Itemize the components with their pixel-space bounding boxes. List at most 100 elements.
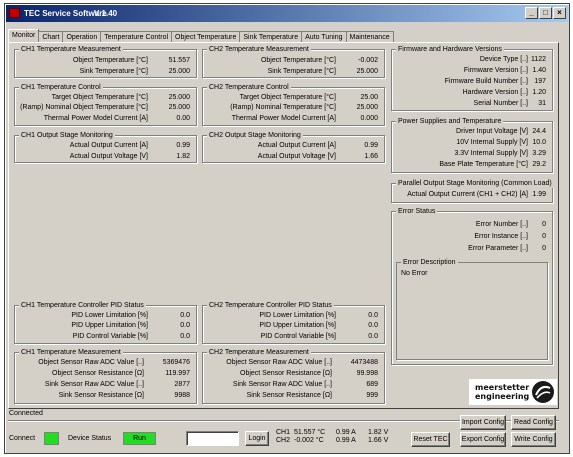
connect-label: Connect	[9, 435, 36, 442]
ch1-temp-measurement-group: CH1 Temperature Measurement Object Tempe…	[14, 45, 197, 78]
ch2-pid-status-group: CH2 Temperature Controller PID Status PI…	[202, 301, 385, 344]
title-bar[interactable]: TEC Service Software V 1.40 _ □ ×	[6, 5, 568, 22]
row-label: Object Sensor Resistance [Ω]	[240, 370, 332, 377]
row-label: Sink Sensor Raw ADC Value [..]	[232, 381, 332, 388]
group-title: CH2 Output Stage Monitoring	[207, 131, 303, 140]
tab-bar: Monitor Chart Operation Temperature Control…	[8, 29, 394, 43]
ch2-label: CH2	[276, 437, 291, 444]
company-logo: meerstetter engineering	[469, 379, 557, 405]
row-value: 1.20	[532, 89, 546, 96]
row-label: Actual Output Voltage [V]	[257, 153, 336, 160]
data-row: PID Control Variable [%] 0.0	[203, 332, 384, 342]
group-title: CH2 Temperature Measurement	[207, 348, 311, 357]
row-value: 25.000	[168, 104, 190, 111]
data-row: Object Temperature [°C] -0.002	[203, 56, 384, 66]
row-value: 3.29	[532, 150, 546, 157]
error-status-group: Error Status Error Number [..] 0 Error In…	[391, 207, 553, 365]
row-value: 119.997	[165, 370, 190, 377]
minimize-button[interactable]: _	[525, 7, 538, 19]
data-row: Device Type [..] 1122	[392, 55, 552, 65]
data-row: Object Sensor Raw ADC Value [..] 5369476	[15, 358, 196, 368]
data-row: Actual Output Current (CH1 + CH2) [A] 1.9…	[392, 190, 552, 200]
data-row: Serial Number [..] 31	[392, 99, 552, 109]
firmware-hardware-group: Firmware and Hardware Versions Device Ty…	[391, 45, 553, 111]
row-value: 0.0	[368, 322, 378, 329]
row-label: Sink Temperature [°C]	[267, 68, 336, 75]
row-value: 25.000	[356, 104, 378, 111]
row-label: PID Control Variable [%]	[260, 333, 336, 340]
row-label: 10V Internal Supply [V]	[456, 139, 528, 146]
row-label: Thermal Power Model Current [A]	[43, 115, 148, 122]
group-title: CH2 Temperature Control	[207, 83, 291, 92]
row-label: PID Upper Limitation [%]	[71, 322, 148, 329]
row-value: 1.40	[532, 67, 546, 74]
read-config-button[interactable]: Read Config	[511, 415, 556, 430]
ch2-sensor-raw-group: CH2 Temperature Measurement Object Senso…	[202, 348, 385, 404]
row-value: 29.2	[532, 161, 546, 168]
connection-status-text: Connected	[9, 410, 43, 417]
row-value: 0.99	[176, 142, 190, 149]
login-password-input[interactable]	[186, 431, 239, 446]
logo-swirl-icon	[532, 381, 554, 403]
row-label: PID Control Variable [%]	[72, 333, 148, 340]
ch1-output-stage-group: CH1 Output Stage Monitoring Actual Outpu…	[14, 131, 197, 163]
row-value: 9988	[174, 392, 190, 399]
row-value: 0	[542, 233, 546, 240]
row-label: Error Instance [..]	[474, 233, 528, 240]
row-label: Thermal Power Model Current [A]	[231, 115, 336, 122]
data-row: Driver Input Voltage [V] 24.4	[392, 127, 552, 137]
data-row: Base Plate Temperature [°C] 29.2	[392, 160, 552, 170]
status-bar: Connected Connect Device Status Run Logi…	[8, 410, 559, 448]
data-row: Actual Output Current [A] 0.99	[15, 141, 196, 151]
data-row: Sink Temperature [°C] 25.000	[203, 67, 384, 77]
data-row: Error Number [..] 0	[392, 220, 552, 230]
data-row: Sink Sensor Resistance [Ω] 9988	[15, 391, 196, 401]
group-title: CH1 Temperature Controller PID Status	[19, 301, 146, 310]
data-row: Sink Temperature [°C] 25.000	[15, 67, 196, 77]
ch2-temperature-readout: -0.002 °C	[294, 437, 324, 444]
row-value: 0.0	[180, 312, 190, 319]
row-value: 0.00	[176, 115, 190, 122]
row-value: 1.66	[364, 153, 378, 160]
data-row: Actual Output Voltage [V] 1.66	[203, 152, 384, 162]
reset-tec-button[interactable]: Reset TEC	[411, 432, 450, 447]
row-label: Firmware Version [..]	[463, 67, 528, 74]
data-row: (Ramp) Nominal Temperature [°C] 25.000	[203, 103, 384, 113]
logo-area: meerstetter engineering	[391, 369, 557, 405]
row-label: Sink Sensor Raw ADC Value [..]	[44, 381, 144, 388]
row-value: 0.99	[364, 142, 378, 149]
row-value: 51.557	[168, 57, 190, 64]
data-row: Firmware Version [..] 1.40	[392, 66, 552, 76]
row-label: PID Upper Limitation [%]	[259, 322, 336, 329]
connect-led-indicator	[44, 432, 59, 445]
data-row: Sink Sensor Raw ADC Value [..] 689	[203, 380, 384, 390]
import-config-button[interactable]: Import Config	[460, 415, 506, 430]
data-row: Actual Output Voltage [V] 1.82	[15, 152, 196, 162]
data-row: Thermal Power Model Current [A] 0.00	[15, 114, 196, 124]
logo-text: engineering	[475, 392, 530, 401]
row-value: 25.000	[168, 94, 190, 101]
data-row: PID Upper Limitation [%] 0.0	[203, 321, 384, 331]
row-value: 0	[542, 221, 546, 228]
login-button[interactable]: Login	[245, 431, 269, 446]
group-title: Error Status	[396, 207, 438, 216]
row-value: 1122	[530, 56, 546, 63]
close-button[interactable]: ×	[553, 7, 566, 19]
ch2-output-stage-group: CH2 Output Stage Monitoring Actual Outpu…	[202, 131, 385, 163]
row-label: Object Sensor Raw ADC Value [..]	[38, 359, 144, 366]
group-title: CH1 Temperature Measurement	[19, 45, 123, 54]
error-description-box: Error Description No Error	[396, 258, 548, 360]
ch2-voltage-readout: 1.66 V	[368, 437, 389, 444]
row-label: PID Lower Limitation [%]	[71, 312, 148, 319]
row-label: Error Number [..]	[475, 221, 528, 228]
device-status-indicator: Run	[123, 432, 156, 445]
write-config-button[interactable]: Write Config	[511, 432, 556, 447]
export-config-button[interactable]: Export Config	[460, 432, 506, 447]
row-value: 1.99	[532, 191, 546, 198]
group-title: CH2 Temperature Controller PID Status	[207, 301, 334, 310]
row-value: 197	[534, 78, 546, 85]
tab-monitor[interactable]: Monitor	[8, 29, 40, 43]
maximize-button[interactable]: □	[539, 7, 552, 19]
data-row: PID Lower Limitation [%] 0.0	[15, 311, 196, 321]
group-title: Parallel Output Stage Monitoring (Common…	[396, 179, 554, 188]
